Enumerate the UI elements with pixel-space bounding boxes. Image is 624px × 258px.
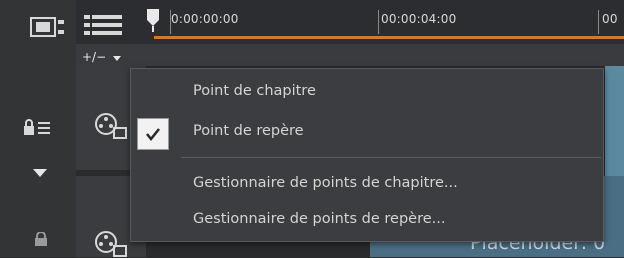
menu-separator (181, 157, 601, 158)
menu-item-chapter-point[interactable]: Point de chapitre (131, 75, 603, 109)
timeline-ruler[interactable]: 0:00:00:00 00:00:04:00 00 (76, 0, 624, 44)
timeline-subtoolbar (76, 44, 624, 66)
marker-context-menu: Point de chapitre Point de repère Gestio… (130, 68, 604, 242)
film-reel-icon (95, 113, 127, 139)
chevron-down-icon[interactable] (112, 55, 122, 62)
ruler-tick (598, 10, 599, 34)
ruler-timecode: 0:00:00:00 (171, 12, 239, 26)
menu-item-cue-point[interactable]: Point de repère (131, 115, 603, 150)
timeline-clip[interactable] (605, 66, 624, 176)
add-marker-button[interactable]: +/− (82, 50, 106, 64)
ruler-timecode: 00:00:04:00 (381, 12, 457, 26)
menu-item-label: Point de chapitre (193, 83, 316, 99)
checkmark-icon (146, 128, 160, 142)
checkmark-box (137, 118, 169, 150)
playhead-icon[interactable] (146, 8, 160, 32)
dropdown-arrow-icon[interactable] (32, 168, 48, 178)
lock-icon[interactable] (34, 232, 48, 246)
menu-item-cue-manager[interactable]: Gestionnaire de points de repère... (131, 203, 603, 237)
track-list-icon[interactable] (84, 14, 124, 36)
ruler-timecode: 00 (602, 12, 618, 26)
menu-item-label: Point de repère (193, 123, 304, 139)
film-strip-icon[interactable] (30, 16, 66, 38)
timeline-left-panel (0, 0, 76, 257)
timeline-range-bar (154, 36, 624, 39)
ruler-tick (378, 10, 379, 34)
film-reel-icon (95, 231, 127, 257)
menu-item-chapter-manager[interactable]: Gestionnaire de points de chapitre... (131, 167, 603, 201)
lock-list-icon[interactable] (22, 118, 52, 138)
menu-item-label: Gestionnaire de points de chapitre... (193, 175, 458, 191)
menu-item-label: Gestionnaire de points de repère... (193, 211, 446, 227)
